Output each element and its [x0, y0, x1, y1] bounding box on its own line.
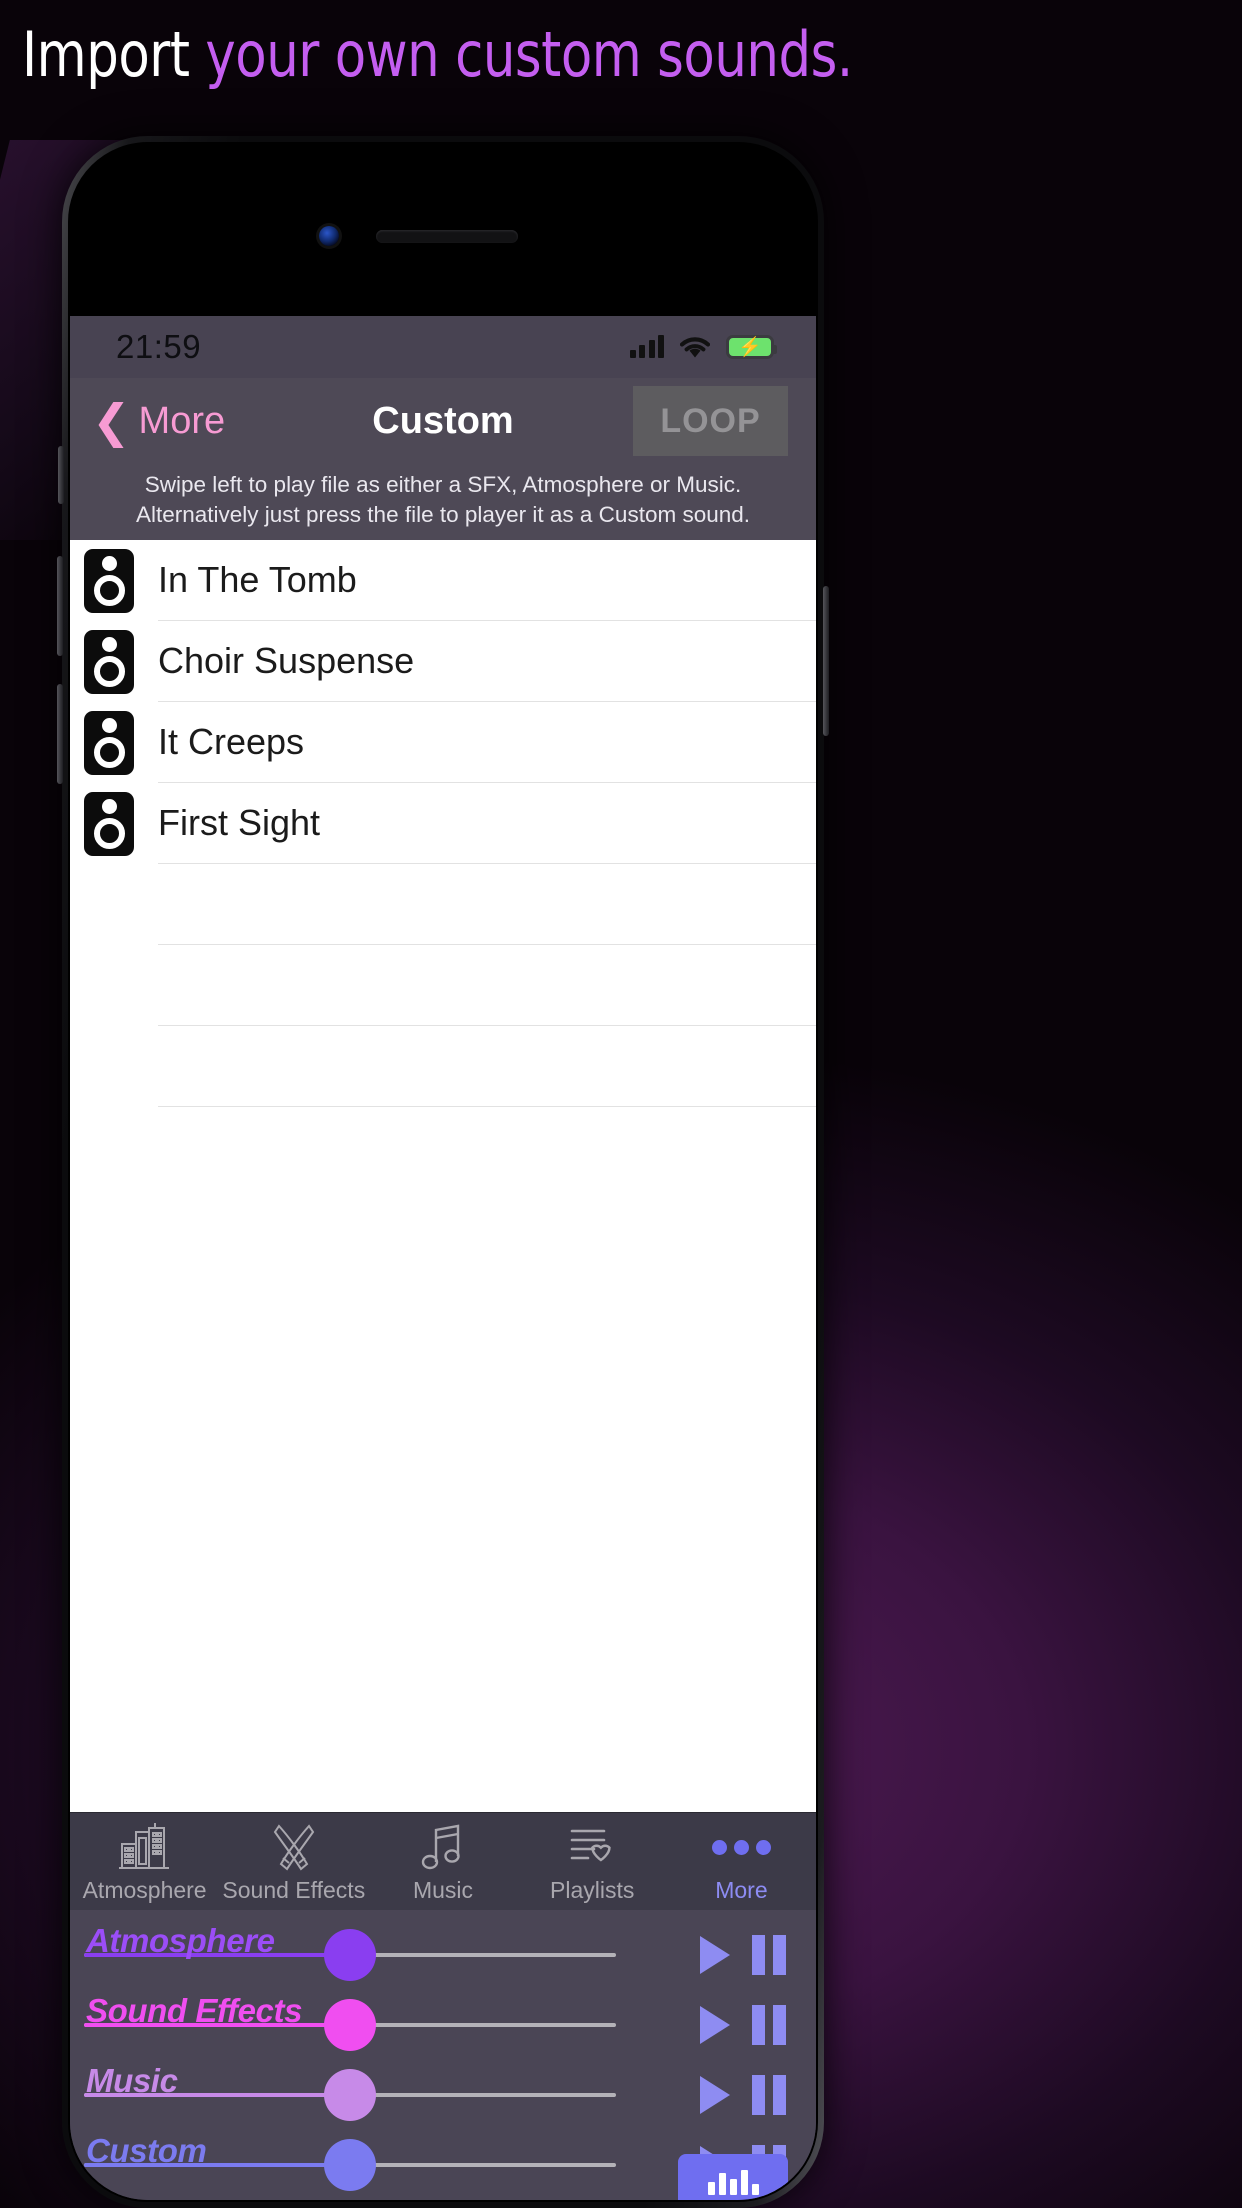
equalizer-icon[interactable]: [678, 2154, 788, 2200]
tab-label: Atmosphere: [82, 1877, 207, 1903]
back-button[interactable]: ❮ More: [92, 398, 225, 444]
tab-label: Playlists: [550, 1877, 635, 1903]
tab-playlists[interactable]: Playlists: [518, 1813, 667, 1910]
phone-device-frame: 21:59 ⚡ ❮ More Custom LOOP Swipe left to…: [57, 136, 829, 2208]
music-note-icon: [420, 1820, 466, 1874]
list-item-title: Choir Suspense: [158, 621, 816, 702]
status-bar-icons: ⚡: [629, 335, 777, 359]
crossed-swords-icon: [268, 1820, 320, 1874]
loop-button[interactable]: LOOP: [633, 386, 788, 456]
ellipsis-icon: [711, 1820, 771, 1874]
transport-controls[interactable]: [700, 1935, 816, 1975]
transport-controls[interactable]: [700, 2075, 816, 2115]
volume-up-button: [57, 556, 63, 656]
hint-banner: Swipe left to play file as either a SFX,…: [70, 464, 816, 540]
status-bar: 21:59 ⚡: [70, 316, 816, 378]
speaker-icon: [84, 791, 134, 856]
list-item[interactable]: Choir Suspense: [84, 621, 816, 702]
status-bar-clock: 21:59: [116, 328, 202, 365]
list-empty-row: [84, 864, 816, 945]
play-icon[interactable]: [700, 1936, 730, 1974]
tab-label: More: [715, 1877, 768, 1903]
pause-icon[interactable]: [752, 2005, 786, 2045]
headline-accent-text: your own custom sounds.: [205, 18, 853, 91]
speaker-icon: [84, 710, 134, 775]
list-item-title: In The Tomb: [158, 540, 816, 621]
pause-icon[interactable]: [752, 2075, 786, 2115]
earpiece-speaker: [376, 230, 518, 243]
tab-music[interactable]: Music: [368, 1813, 517, 1910]
phone-sensor-area: [70, 214, 816, 254]
volume-slider-music[interactable]: [84, 2060, 616, 2130]
volume-down-button: [57, 684, 63, 784]
mute-switch: [58, 446, 64, 504]
phone-screen-bezel: 21:59 ⚡ ❮ More Custom LOOP Swipe left to…: [68, 142, 818, 2202]
list-empty-row: [84, 945, 816, 1026]
mixer-channel-atmosphere: Atmosphere: [70, 1920, 816, 1990]
list-item-title: It Creeps: [158, 702, 816, 783]
tab-sound-effects[interactable]: Sound Effects: [219, 1813, 368, 1910]
chevron-left-icon: ❮: [92, 395, 131, 447]
front-camera-icon: [319, 226, 339, 246]
list-item[interactable]: First Sight: [84, 783, 816, 864]
speaker-icon: [84, 548, 134, 613]
play-icon[interactable]: [700, 2076, 730, 2114]
play-icon[interactable]: [700, 2006, 730, 2044]
mixer-channel-sound-effects: Sound Effects: [70, 1990, 816, 2060]
list-empty-row: [84, 1026, 816, 1107]
app-screen: 21:59 ⚡ ❮ More Custom LOOP Swipe left to…: [70, 316, 816, 2200]
tab-label: Sound Effects: [222, 1877, 366, 1903]
pause-icon[interactable]: [752, 1935, 786, 1975]
power-button: [823, 586, 829, 736]
headline-white-text: Import: [22, 18, 190, 91]
list-heart-icon: [566, 1820, 618, 1874]
speaker-icon: [84, 629, 134, 694]
wifi-icon: [680, 336, 710, 357]
navigation-bar: ❮ More Custom LOOP: [70, 378, 816, 464]
tab-bar[interactable]: Atmosphere Sound Effects Music Playlists…: [70, 1812, 816, 1910]
volume-slider-custom[interactable]: [84, 2130, 616, 2200]
mixer-channel-music: Music: [70, 2060, 816, 2130]
tab-atmosphere[interactable]: Atmosphere: [70, 1813, 219, 1910]
list-item[interactable]: In The Tomb: [84, 540, 816, 621]
transport-controls[interactable]: [700, 2005, 816, 2045]
tab-label: Music: [412, 1877, 474, 1903]
tab-more[interactable]: More: [667, 1813, 816, 1910]
promo-headline: Import your own custom sounds.: [22, 22, 1133, 87]
promo-background: Import your own custom sounds. 21:59 ⚡ ❮…: [0, 0, 1242, 2208]
list-item[interactable]: It Creeps: [84, 702, 816, 783]
volume-slider-sound-effects[interactable]: [84, 1990, 616, 2060]
sound-file-list[interactable]: In The Tomb Choir Suspense It Creeps Fir…: [70, 540, 816, 1812]
city-buildings-icon: [117, 1820, 173, 1874]
mixer-panel-wrapper: Atmosphere Sound Effects Music Custom: [70, 1910, 816, 2200]
volume-slider-atmosphere[interactable]: [84, 1920, 616, 1990]
cellular-bars-icon: [629, 335, 664, 358]
list-item-title: First Sight: [158, 783, 816, 864]
back-button-label: More: [138, 399, 226, 442]
battery-charging-icon: ⚡: [726, 335, 777, 359]
